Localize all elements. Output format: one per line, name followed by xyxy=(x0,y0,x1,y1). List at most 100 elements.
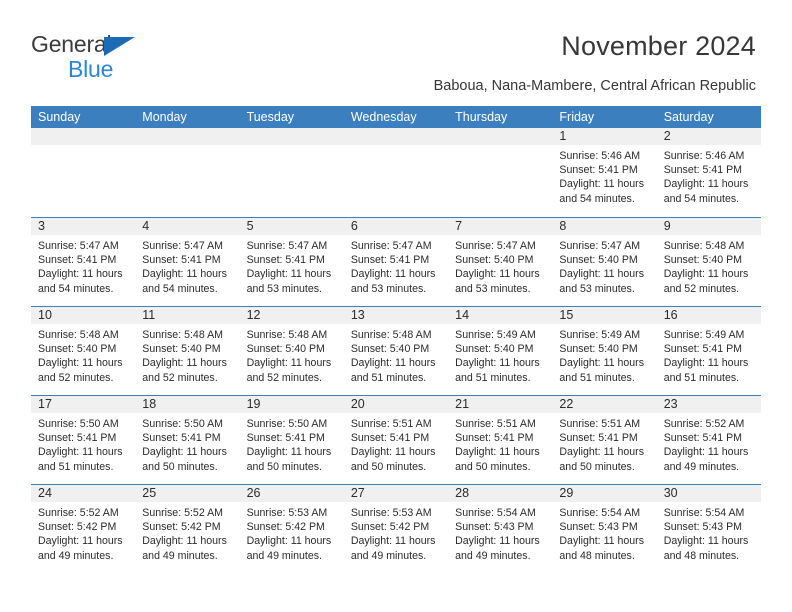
calendar-day-cell[interactable]: 18 Sunrise: 5:50 AM Sunset: 5:41 PM Dayligh… xyxy=(135,396,240,484)
sunrise-time-text: Sunrise: 5:51 AM xyxy=(455,418,536,430)
sunrise-time-text: Sunrise: 5:49 AM xyxy=(663,329,745,341)
daylight-duration-text-line1: Daylight: 11 hours xyxy=(559,357,645,370)
sunset-time-text: Sunset: 5:41 PM xyxy=(455,432,534,445)
calendar-day-cell[interactable]: 22 Sunrise: 5:51 AM Sunset: 5:41 PM Dayligh… xyxy=(552,396,657,484)
daylight-duration-text-line1: Daylight: 11 hours xyxy=(350,535,436,548)
calendar-day-number: 6 xyxy=(343,218,449,235)
calendar-day-number: 22 xyxy=(552,396,657,413)
calendar-day-number: 29 xyxy=(552,485,657,502)
sunset-time-text: Sunset: 5:40 PM xyxy=(559,254,638,267)
calendar-day-number: 18 xyxy=(135,396,240,413)
daylight-duration-text-line2: and 54 minutes. xyxy=(38,282,114,295)
calendar-week-row: 3 Sunrise: 5:47 AM Sunset: 5:41 PM Daylight… xyxy=(31,217,761,306)
calendar-day-cell[interactable]: 25 Sunrise: 5:52 AM Sunset: 5:42 PM Dayligh… xyxy=(135,485,240,573)
calendar-day-cell[interactable]: 23 Sunrise: 5:52 AM Sunset: 5:41 PM Dayligh… xyxy=(656,396,761,484)
calendar-day-number: 11 xyxy=(135,307,240,324)
sunset-time-text: Sunset: 5:41 PM xyxy=(142,432,221,445)
calendar-day-details: Sunrise: 5:53 AM Sunset: 5:42 PM Daylight:… xyxy=(344,502,448,563)
calendar-day-cell[interactable]: 6 Sunrise: 5:47 AM Sunset: 5:41 PM Daylight… xyxy=(343,218,449,306)
calendar-day-details: Sunrise: 5:50 AM Sunset: 5:41 PM Daylight:… xyxy=(31,413,135,474)
daylight-duration-text-line1: Daylight: 11 hours xyxy=(559,178,645,191)
calendar-day-number: 14 xyxy=(448,307,553,324)
calendar-day-cell[interactable]: 2 Sunrise: 5:46 AM Sunset: 5:41 PM Daylight… xyxy=(656,128,761,217)
daylight-duration-text-line1: Daylight: 11 hours xyxy=(663,357,749,370)
calendar-day-details: Sunrise: 5:54 AM Sunset: 5:43 PM Daylight:… xyxy=(448,502,552,563)
daylight-duration-text-line1: Daylight: 11 hours xyxy=(455,357,540,370)
calendar-day-cell[interactable]: 10 Sunrise: 5:48 AM Sunset: 5:40 PM Dayligh… xyxy=(31,307,136,395)
sunrise-time-text: Sunrise: 5:52 AM xyxy=(663,418,745,430)
sunrise-time-text: Sunrise: 5:54 AM xyxy=(455,507,536,519)
daylight-duration-text-line2: and 51 minutes. xyxy=(38,460,114,473)
sunrise-time-text: Sunrise: 5:54 AM xyxy=(663,507,745,519)
calendar-day-cell[interactable]: 8 Sunrise: 5:47 AM Sunset: 5:40 PM Daylight… xyxy=(552,218,657,306)
sunrise-time-text: Sunrise: 5:47 AM xyxy=(350,240,432,252)
calendar-day-cell[interactable]: 17 Sunrise: 5:50 AM Sunset: 5:41 PM Dayligh… xyxy=(31,396,136,484)
calendar-day-number xyxy=(135,128,240,145)
calendar-day-cell[interactable]: 12 Sunrise: 5:48 AM Sunset: 5:40 PM Dayligh… xyxy=(239,307,344,395)
sunset-time-text: Sunset: 5:42 PM xyxy=(38,521,117,534)
weekday-header-row: Sunday Monday Tuesday Wednesday Thursday… xyxy=(31,106,761,128)
calendar-day-details: Sunrise: 5:48 AM Sunset: 5:40 PM Daylight:… xyxy=(657,235,761,296)
calendar-day-details: Sunrise: 5:52 AM Sunset: 5:42 PM Daylight:… xyxy=(31,502,135,563)
weekday-header-thursday: Thursday xyxy=(455,110,508,124)
calendar-day-cell[interactable]: 27 Sunrise: 5:53 AM Sunset: 5:42 PM Dayligh… xyxy=(343,485,449,573)
calendar-day-cell[interactable]: 24 Sunrise: 5:52 AM Sunset: 5:42 PM Dayligh… xyxy=(31,485,136,573)
calendar-day-cell[interactable]: 3 Sunrise: 5:47 AM Sunset: 5:41 PM Daylight… xyxy=(31,218,136,306)
calendar-day-details: Sunrise: 5:47 AM Sunset: 5:40 PM Daylight:… xyxy=(448,235,552,296)
calendar-day-cell[interactable]: 7 Sunrise: 5:47 AM Sunset: 5:40 PM Daylight… xyxy=(448,218,553,306)
daylight-duration-text-line1: Daylight: 11 hours xyxy=(142,446,227,459)
calendar-day-cell[interactable]: 16 Sunrise: 5:49 AM Sunset: 5:41 PM Dayligh… xyxy=(656,307,761,395)
calendar-day-cell-empty xyxy=(343,128,449,217)
calendar-day-cell[interactable]: 5 Sunrise: 5:47 AM Sunset: 5:41 PM Daylight… xyxy=(239,218,344,306)
calendar-day-details: Sunrise: 5:51 AM Sunset: 5:41 PM Daylight:… xyxy=(552,413,656,474)
calendar-day-cell[interactable]: 30 Sunrise: 5:54 AM Sunset: 5:43 PM Dayligh… xyxy=(656,485,761,573)
daylight-duration-text-line2: and 49 minutes. xyxy=(350,549,427,562)
calendar-day-number: 17 xyxy=(31,396,136,413)
daylight-duration-text-line1: Daylight: 11 hours xyxy=(38,357,123,370)
daylight-duration-text-line2: and 49 minutes. xyxy=(38,549,114,562)
calendar-day-number: 1 xyxy=(552,128,657,145)
calendar-day-details: Sunrise: 5:47 AM Sunset: 5:41 PM Daylight:… xyxy=(31,235,135,296)
sunrise-time-text: Sunrise: 5:53 AM xyxy=(246,507,328,519)
logo-blue-label: Blue xyxy=(68,56,114,82)
calendar-day-number: 28 xyxy=(448,485,553,502)
calendar-day-cell[interactable]: 4 Sunrise: 5:47 AM Sunset: 5:41 PM Daylight… xyxy=(135,218,240,306)
sunset-time-text: Sunset: 5:42 PM xyxy=(350,521,430,534)
daylight-duration-text-line2: and 51 minutes. xyxy=(455,371,531,384)
calendar-day-cell[interactable]: 26 Sunrise: 5:53 AM Sunset: 5:42 PM Dayligh… xyxy=(239,485,344,573)
calendar-day-cell[interactable]: 9 Sunrise: 5:48 AM Sunset: 5:40 PM Daylight… xyxy=(656,218,761,306)
daylight-duration-text-line1: Daylight: 11 hours xyxy=(246,268,332,281)
daylight-duration-text-line1: Daylight: 11 hours xyxy=(663,446,749,459)
daylight-duration-text-line1: Daylight: 11 hours xyxy=(142,535,227,548)
calendar-day-number: 12 xyxy=(239,307,344,324)
sunset-time-text: Sunset: 5:41 PM xyxy=(38,254,117,267)
calendar-day-number: 27 xyxy=(343,485,449,502)
calendar-day-number xyxy=(31,128,136,145)
calendar-day-cell[interactable]: 21 Sunrise: 5:51 AM Sunset: 5:41 PM Dayligh… xyxy=(448,396,553,484)
calendar-day-number: 16 xyxy=(656,307,761,324)
daylight-duration-text-line1: Daylight: 11 hours xyxy=(246,446,332,459)
calendar-day-cell[interactable]: 28 Sunrise: 5:54 AM Sunset: 5:43 PM Dayligh… xyxy=(448,485,553,573)
daylight-duration-text-line1: Daylight: 11 hours xyxy=(142,268,227,281)
daylight-duration-text-line2: and 50 minutes. xyxy=(455,460,531,473)
sunset-time-text: Sunset: 5:41 PM xyxy=(246,254,325,267)
daylight-duration-text-line1: Daylight: 11 hours xyxy=(663,268,749,281)
calendar-day-number: 25 xyxy=(135,485,240,502)
calendar-day-cell[interactable]: 29 Sunrise: 5:54 AM Sunset: 5:43 PM Dayligh… xyxy=(552,485,657,573)
calendar-day-cell[interactable]: 14 Sunrise: 5:49 AM Sunset: 5:40 PM Dayligh… xyxy=(448,307,553,395)
calendar-day-cell[interactable]: 1 Sunrise: 5:46 AM Sunset: 5:41 PM Daylight… xyxy=(552,128,657,217)
daylight-duration-text-line2: and 52 minutes. xyxy=(663,282,740,295)
daylight-duration-text-line2: and 48 minutes. xyxy=(559,549,635,562)
calendar-day-cell[interactable]: 20 Sunrise: 5:51 AM Sunset: 5:41 PM Dayligh… xyxy=(343,396,449,484)
calendar-day-cell[interactable]: 19 Sunrise: 5:50 AM Sunset: 5:41 PM Dayligh… xyxy=(239,396,344,484)
calendar-day-number: 21 xyxy=(448,396,553,413)
calendar-day-details: Sunrise: 5:48 AM Sunset: 5:40 PM Daylight:… xyxy=(135,324,239,385)
daylight-duration-text-line2: and 51 minutes. xyxy=(663,371,740,384)
calendar-day-number: 20 xyxy=(343,396,449,413)
sunset-time-text: Sunset: 5:42 PM xyxy=(142,521,221,534)
calendar-day-details: Sunrise: 5:47 AM Sunset: 5:41 PM Daylight:… xyxy=(344,235,448,296)
general-blue-logo[interactable]: General Blue xyxy=(31,33,161,82)
calendar-day-cell[interactable]: 13 Sunrise: 5:48 AM Sunset: 5:40 PM Dayligh… xyxy=(343,307,449,395)
calendar-day-cell[interactable]: 11 Sunrise: 5:48 AM Sunset: 5:40 PM Dayligh… xyxy=(135,307,240,395)
calendar-day-cell[interactable]: 15 Sunrise: 5:49 AM Sunset: 5:40 PM Dayligh… xyxy=(552,307,657,395)
